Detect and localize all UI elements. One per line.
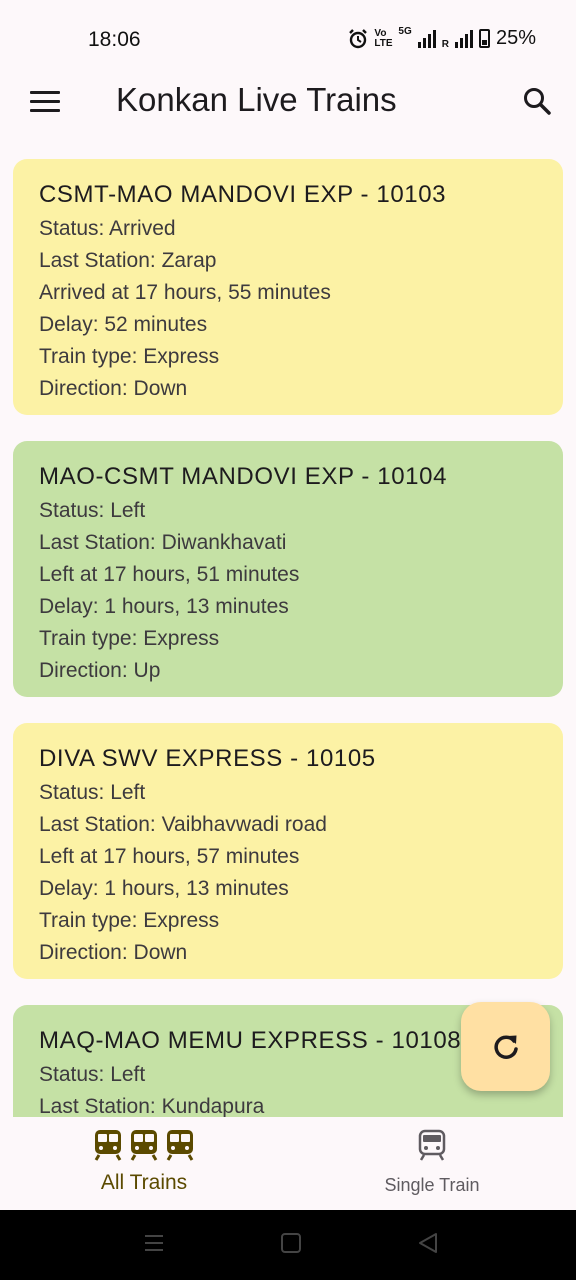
trains-icon <box>0 1129 288 1161</box>
train-type: Train type: Express <box>39 627 220 650</box>
train-delay: Delay: 1 hours, 13 minutes <box>39 877 289 900</box>
signal-icon <box>454 29 473 48</box>
train-title: DIVA SWV EXPRESS - 10105 <box>39 745 376 772</box>
tab-all-trains-label: All Trains <box>100 1171 188 1194</box>
recents-icon[interactable] <box>143 1232 165 1254</box>
bottom-navigation: All Trains Single Train <box>0 1117 576 1210</box>
train-last-station: Last Station: Zarap <box>39 249 217 272</box>
signal-icon <box>417 29 436 48</box>
train-status: Status: Arrived <box>39 217 176 240</box>
train-time: Left at 17 hours, 51 minutes <box>39 563 300 586</box>
train-status: Status: Left <box>39 499 146 522</box>
battery-icon <box>478 29 490 48</box>
train-direction: Direction: Down <box>39 377 188 400</box>
train-card[interactable]: DIVA SWV EXPRESS - 10105 Status: Left La… <box>13 723 563 979</box>
system-navigation-bar <box>0 1210 576 1280</box>
search-icon[interactable] <box>522 86 552 116</box>
tab-single-train[interactable]: Single Train <box>288 1117 576 1210</box>
app-bar: Konkan Live Trains <box>0 78 576 124</box>
train-title: CSMT-MAO MANDOVI EXP - 10103 <box>39 181 447 208</box>
train-card[interactable]: CSMT-MAO MANDOVI EXP - 10103 Status: Arr… <box>13 159 563 415</box>
train-last-station: Last Station: Kundapura <box>39 1095 265 1117</box>
roaming-indicator: R <box>441 39 449 50</box>
train-type: Train type: Express <box>39 345 220 368</box>
train-list[interactable]: CSMT-MAO MANDOVI EXP - 10103 Status: Arr… <box>13 159 563 1117</box>
train-delay: Delay: 52 minutes <box>39 313 208 336</box>
train-direction: Direction: Down <box>39 941 188 964</box>
status-bar: 18:06 Vo LTE 5G R 25% <box>0 0 576 78</box>
train-last-station: Last Station: Diwankhavati <box>39 531 287 554</box>
menu-icon[interactable] <box>30 91 60 113</box>
train-title: MAO-CSMT MANDOVI EXP - 10104 <box>39 463 448 490</box>
5g-indicator: 5G <box>398 26 412 37</box>
battery-percent: 25% <box>495 27 536 49</box>
status-icons: Vo LTE 5G R 25% <box>348 27 536 50</box>
volte-indicator: Vo LTE <box>374 27 393 49</box>
train-time: Arrived at 17 hours, 55 minutes <box>39 281 331 304</box>
status-time: 18:06 <box>88 28 141 51</box>
train-last-station: Last Station: Vaibhavwadi road <box>39 813 327 836</box>
tab-all-trains[interactable]: All Trains <box>0 1117 288 1210</box>
train-time: Left at 17 hours, 57 minutes <box>39 845 300 868</box>
train-direction: Direction: Up <box>39 659 161 682</box>
page-title: Konkan Live Trains <box>116 81 397 118</box>
train-card[interactable]: MAO-CSMT MANDOVI EXP - 10104 Status: Lef… <box>13 441 563 697</box>
alarm-icon <box>349 28 368 48</box>
train-status: Status: Left <box>39 781 146 804</box>
train-delay: Delay: 1 hours, 13 minutes <box>39 595 289 618</box>
home-icon[interactable] <box>280 1232 302 1254</box>
back-icon[interactable] <box>417 1232 439 1254</box>
tab-single-train-label: Single Train <box>384 1175 480 1195</box>
refresh-button[interactable] <box>461 1002 550 1091</box>
refresh-icon <box>493 1035 518 1059</box>
train-type: Train type: Express <box>39 909 220 932</box>
train-icon <box>288 1129 576 1161</box>
